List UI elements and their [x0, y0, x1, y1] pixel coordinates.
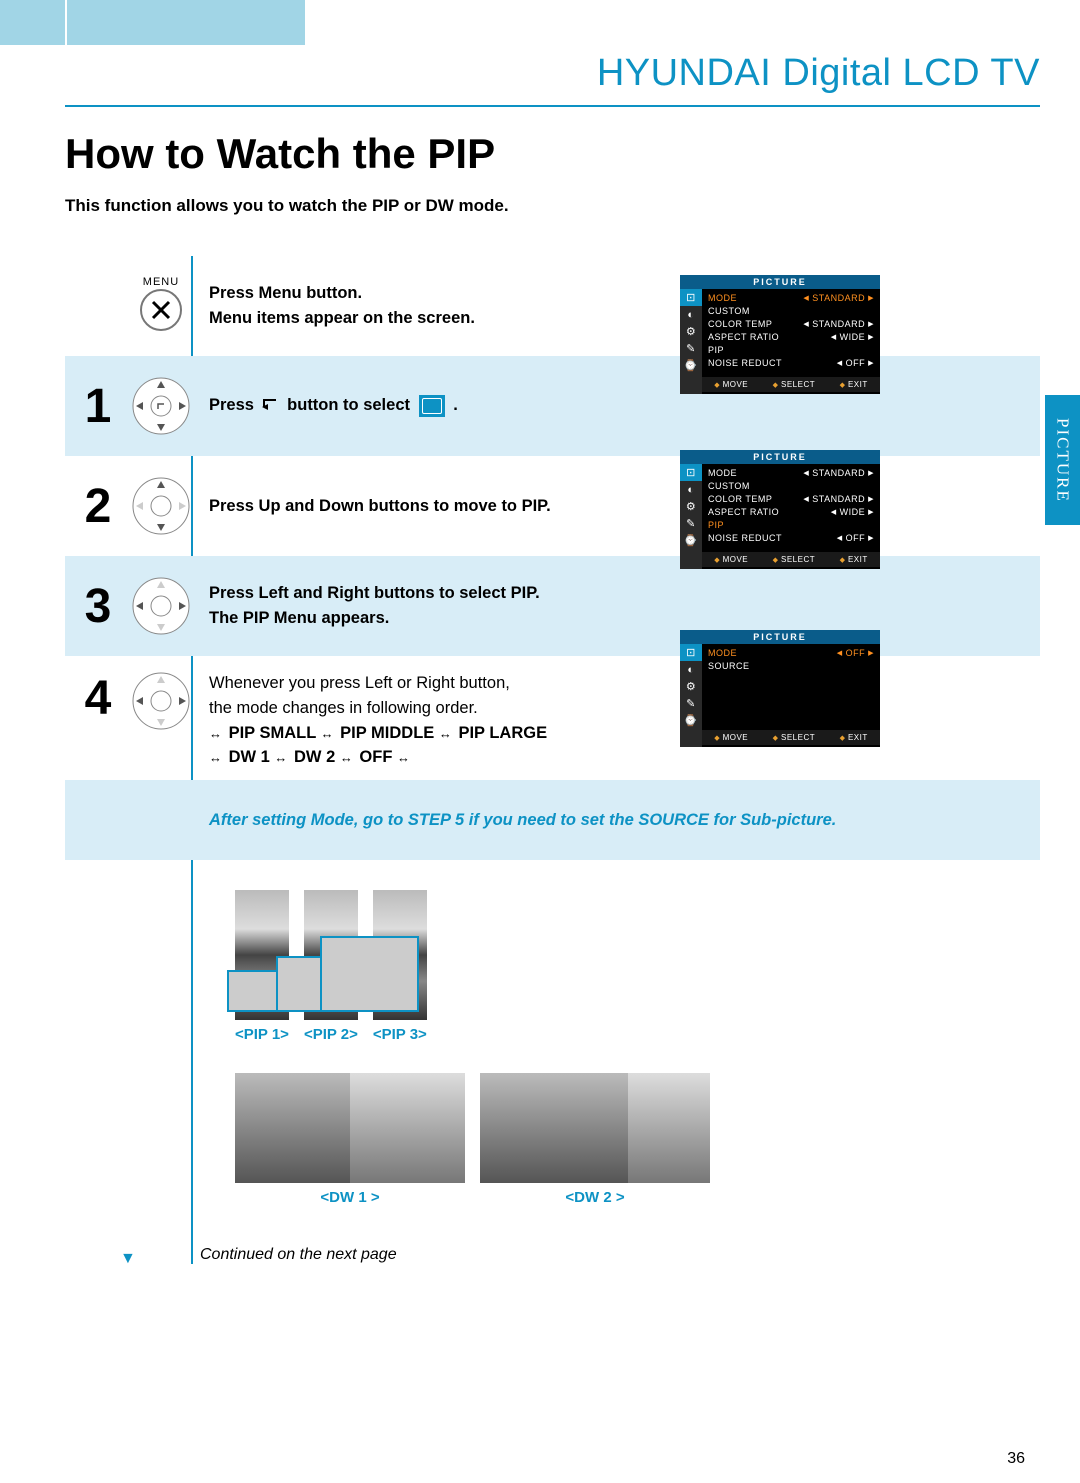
menu-button-icon — [139, 288, 183, 332]
step-number: 4 — [73, 671, 123, 726]
dpad-icon — [131, 476, 191, 536]
dpad-icon — [131, 671, 191, 731]
vertical-rule — [65, 0, 67, 45]
osd-screenshot-2: PICTURE ⊡◐⚙✎⌚ MODE◀STANDARD▶ CUSTOM COLO… — [680, 450, 880, 569]
continued-text: Continued on the next page — [200, 1246, 1040, 1264]
step0-line1: Press Menu button. — [209, 284, 362, 302]
section-tab: PICTURE — [1045, 395, 1080, 525]
step-row-3: 3 Press Left and Right buttons to select… — [65, 556, 1040, 656]
dpad-icon — [131, 576, 191, 636]
step-row-menu: 0 MENU Press Menu button. Menu items app… — [65, 256, 1040, 356]
enter-icon — [262, 394, 280, 419]
tv-icon — [419, 395, 445, 417]
step-number: 2 — [73, 479, 123, 534]
dpad-icon — [131, 376, 191, 436]
osd-screenshot-3: PICTURE ⊡◐⚙✎⌚ MODE◀OFF▶ SOURCE MOVESELEC… — [680, 630, 880, 747]
top-band — [0, 0, 305, 45]
step0-line2: Menu items appear on the screen. — [209, 309, 475, 327]
intro-text: This function allows you to watch the PI… — [65, 196, 1040, 216]
step-row-1: 1 Press button to select . — [65, 356, 1040, 456]
step-number: 3 — [73, 579, 123, 634]
arrow-tip-icon: ▼ — [120, 1250, 136, 1268]
section-tab-label: PICTURE — [1053, 418, 1073, 503]
thumb-dw1 — [235, 1073, 465, 1183]
note-row: x After setting Mode, go to STEP 5 if yo… — [65, 780, 1040, 860]
pip-gallery: <PIP 1> <PIP 2> <PIP 3> — [235, 890, 955, 1206]
thumb-pip3 — [373, 890, 427, 1020]
step-number: 1 — [73, 379, 123, 434]
menu-label: MENU — [131, 276, 191, 288]
brand-title: HYUNDAI Digital LCD TV — [597, 52, 1040, 99]
page-title: How to Watch the PIP — [65, 130, 1040, 178]
steps-container: 0 MENU Press Menu button. Menu items app… — [65, 256, 1040, 1264]
step-row-2: 2 Press Up and Down buttons to move to P… — [65, 456, 1040, 556]
page-number: 36 — [1007, 1450, 1025, 1468]
brand-header: HYUNDAI Digital LCD TV — [65, 45, 1040, 107]
step-row-4: 4 Whenever you press Left or Right butto… — [65, 656, 1040, 780]
osd-screenshot-1: PICTURE ⊡◐⚙✎⌚ MODE◀STANDARD▶ CUSTOM COLO… — [680, 275, 880, 394]
thumb-dw2 — [480, 1073, 710, 1183]
